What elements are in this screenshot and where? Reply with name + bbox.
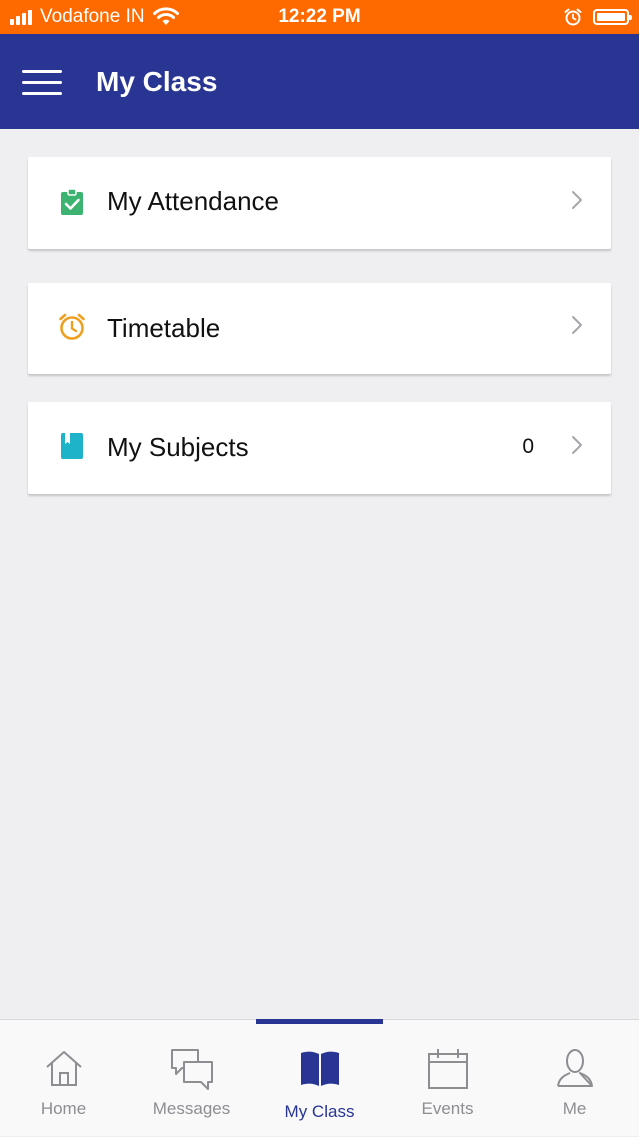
chevron-right-icon — [572, 436, 582, 454]
tab-label: My Class — [284, 1102, 355, 1121]
tab-bar: Home Messages My Class Events Me — [0, 1019, 639, 1136]
calendar-icon — [427, 1049, 468, 1089]
menu-item-label: My Subjects — [107, 432, 249, 462]
menu-item-timetable[interactable]: Timetable — [28, 283, 611, 374]
menu-item-my-subjects[interactable]: My Subjects 0 — [28, 402, 611, 494]
tab-label: Me — [562, 1099, 587, 1118]
messages-icon — [170, 1049, 213, 1090]
home-icon — [45, 1051, 82, 1086]
tab-label: Home — [40, 1099, 87, 1118]
chevron-right-icon — [572, 191, 582, 209]
tab-home[interactable]: Home — [0, 1020, 127, 1137]
chevron-right-icon — [572, 316, 582, 334]
tab-label: Events — [421, 1099, 474, 1118]
menu-item-my-attendance[interactable]: My Attendance — [28, 157, 611, 249]
tab-me[interactable]: Me — [511, 1020, 638, 1137]
alarm-clock-icon — [59, 313, 85, 340]
tab-label: Messages — [152, 1099, 231, 1118]
status-bar: Vodafone IN 12:22 PM — [0, 0, 639, 34]
tab-my-class[interactable]: My Class — [256, 1020, 383, 1137]
battery-icon — [593, 9, 632, 25]
tab-messages[interactable]: Messages — [128, 1020, 255, 1137]
app-header: My Class — [0, 34, 639, 129]
menu-item-label: My Attendance — [107, 186, 279, 216]
alarm-status-icon — [564, 8, 582, 26]
user-icon — [556, 1049, 593, 1087]
book-icon — [61, 433, 83, 459]
status-time: 12:22 PM — [278, 6, 361, 27]
tab-events[interactable]: Events — [384, 1020, 511, 1137]
status-right — [563, 0, 632, 34]
book-open-icon — [300, 1051, 339, 1086]
clipboard-check-icon — [61, 188, 83, 215]
hamburger-menu-icon[interactable] — [22, 68, 62, 96]
subjects-count: 0 — [522, 435, 534, 458]
menu-item-label: Timetable — [107, 313, 221, 343]
page-title: My Class — [96, 66, 218, 97]
